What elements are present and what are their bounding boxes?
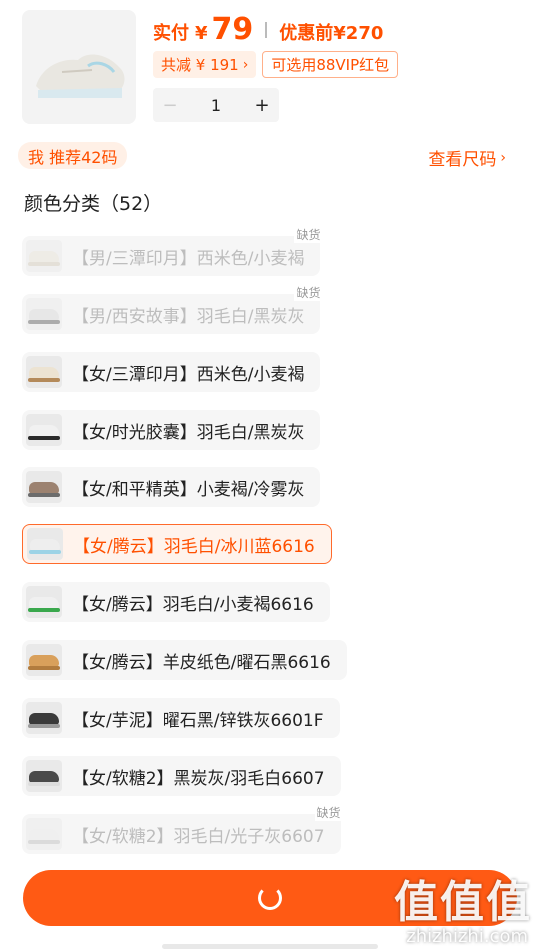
color-option-label: 【女/时光胶囊】羽毛白/黑炭灰	[72, 422, 305, 443]
color-option[interactable]: 【女/和平精英】小麦褐/冷雾灰	[22, 467, 321, 507]
discount-row: 共减 ¥ 191 › 可选用88VIP红包	[153, 51, 399, 78]
size-chart-label: 查看尺码	[428, 150, 497, 170]
loading-spinner-icon	[258, 886, 282, 910]
chevron-right-icon: ›	[500, 149, 506, 166]
color-option: 【男/西安故事】羽毛白/黑炭灰 缺货	[22, 284, 323, 334]
watermark-logo: 值值值	[394, 877, 532, 928]
color-option[interactable]: 【女/腾云】羽毛白/小麦褐6616	[22, 582, 330, 622]
color-option[interactable]: 【女/腾云】羊皮纸色/曜石黑6616	[22, 640, 347, 680]
price-row: 实付 ¥ 79 优惠前¥270	[153, 12, 383, 47]
color-option-label: 【女/软糖2】黑炭灰/羽毛白6607	[72, 768, 325, 789]
color-option: 【女/软糖2】羽毛白/光子灰6607 缺货	[22, 804, 343, 854]
shoe-sole	[29, 550, 61, 554]
recommended-size-badge: 我 推荐42码	[18, 142, 128, 169]
home-indicator	[162, 944, 378, 949]
out-of-stock-badge: 缺货	[294, 284, 323, 301]
shoe-sole	[28, 320, 60, 324]
price-value: 79	[211, 12, 254, 47]
watermark-url: zhizhizhi.com	[406, 926, 528, 947]
color-option: 【男/三潭印月】西米色/小麦褐 缺货	[22, 226, 323, 276]
color-option-label: 【男/西安故事】羽毛白/黑炭灰	[72, 306, 305, 327]
decrease-button[interactable]: −	[153, 95, 187, 116]
size-chart-link[interactable]: 查看尺码 ›	[428, 145, 506, 171]
color-option-label: 【女/和平精英】小麦褐/冷雾灰	[72, 479, 305, 500]
shoe-sole	[28, 666, 60, 670]
shoe-sole	[28, 436, 60, 440]
quantity-value[interactable]: 1	[187, 96, 245, 115]
shoe-thumbnail	[26, 644, 62, 676]
color-option[interactable]: 【女/软糖2】黑炭灰/羽毛白6607	[22, 756, 341, 796]
coupon-label: 可选用88VIP红包	[271, 56, 390, 74]
color-option-label: 【女/芋泥】曜石黑/锌铁灰6601F	[72, 710, 324, 731]
shoe-thumbnail	[26, 586, 62, 618]
shoe-thumbnail	[26, 240, 62, 272]
out-of-stock-badge: 缺货	[294, 226, 323, 243]
shoe-sole	[28, 608, 60, 612]
shoe-thumbnail	[26, 760, 62, 792]
shoe-thumbnail	[26, 298, 62, 330]
chevron-right-icon: ›	[242, 56, 249, 73]
color-option-label: 【女/三潭印月】西米色/小麦褐	[72, 364, 305, 385]
color-option-label: 【女/腾云】羽毛白/冰川蓝6616	[73, 536, 315, 557]
shoe-sole	[28, 840, 60, 844]
paid-label: 实付	[153, 23, 189, 44]
shoe-thumbnail	[26, 702, 62, 734]
color-option-label: 【女/腾云】羽毛白/小麦褐6616	[72, 594, 314, 615]
coupon-badge[interactable]: 可选用88VIP红包	[262, 51, 399, 78]
color-option-label: 【男/三潭印月】西米色/小麦褐	[72, 248, 305, 269]
shoe-sole	[28, 782, 60, 786]
price-divider	[265, 21, 268, 38]
recommended-size-label: 我 推荐42码	[28, 147, 118, 167]
color-option[interactable]: 【女/芋泥】曜石黑/锌铁灰6601F	[22, 698, 340, 738]
shoe-thumbnail	[26, 356, 62, 388]
shoe-sole	[28, 262, 60, 266]
color-option[interactable]: 【女/时光胶囊】羽毛白/黑炭灰	[22, 410, 321, 450]
color-option-label: 【女/软糖2】羽毛白/光子灰6607	[72, 826, 325, 847]
price-before-discount: 优惠前¥270	[279, 23, 384, 44]
shoe-sole	[28, 378, 60, 382]
discount-detail-button[interactable]: 共减 ¥ 191 ›	[153, 51, 257, 78]
product-thumbnail	[22, 10, 136, 124]
shoe-thumbnail	[26, 471, 62, 503]
shoe-thumbnail	[27, 528, 63, 560]
shoe-thumbnail	[26, 818, 62, 850]
color-section-title: 颜色分类（52）	[24, 193, 163, 215]
quantity-stepper: − 1 +	[153, 88, 279, 122]
color-option[interactable]: 【女/三潭印月】西米色/小麦褐	[22, 352, 321, 392]
color-option-label: 【女/腾云】羊皮纸色/曜石黑6616	[72, 652, 331, 673]
shoe-thumbnail	[26, 414, 62, 446]
shoe-sole	[28, 493, 60, 497]
discount-label: 共减 ¥ 191	[161, 56, 239, 74]
color-option[interactable]: 【女/腾云】羽毛白/冰川蓝6616	[22, 524, 332, 564]
increase-button[interactable]: +	[245, 95, 279, 116]
currency-symbol: ¥	[195, 23, 208, 44]
shoe-sole	[28, 724, 60, 728]
out-of-stock-badge: 缺货	[314, 804, 343, 821]
